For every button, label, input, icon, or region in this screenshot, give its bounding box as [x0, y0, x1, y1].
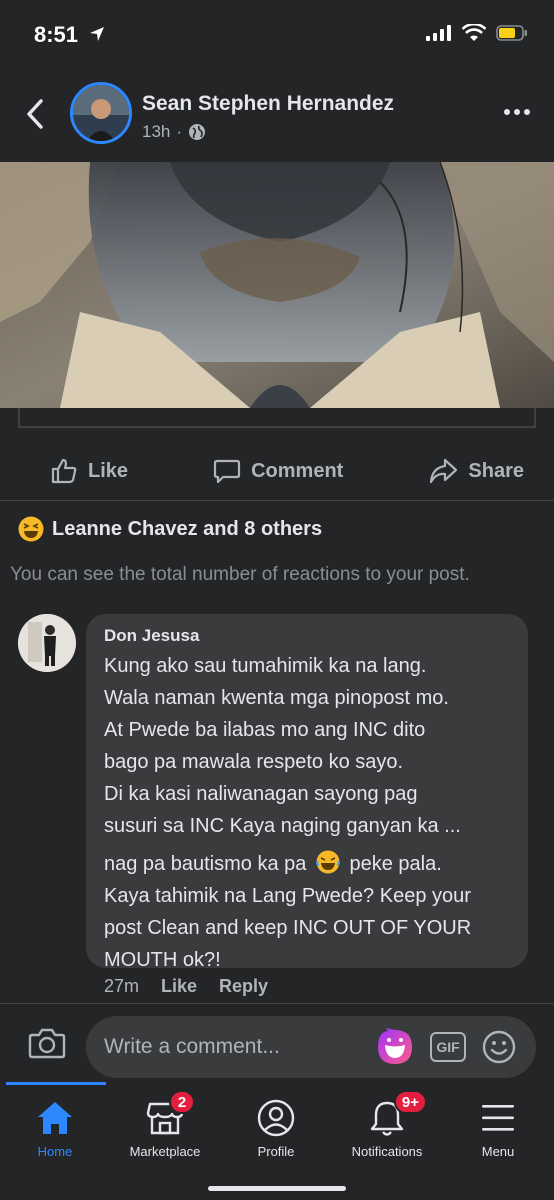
- camera-button[interactable]: [28, 1026, 66, 1060]
- tab-profile[interactable]: Profile: [221, 1098, 331, 1159]
- comment-meta: 27m Like Reply: [104, 976, 268, 997]
- comment-text: Kung ako sau tumahimik ka na lang. Wala …: [104, 650, 510, 976]
- post-meta: 13h ·: [142, 122, 206, 142]
- tab-marketplace[interactable]: 2 Marketplace: [110, 1090, 220, 1159]
- back-button[interactable]: [20, 94, 50, 134]
- commenter-avatar[interactable]: [18, 614, 76, 672]
- dot-icon: [524, 109, 530, 115]
- share-label: Share: [468, 459, 524, 482]
- camera-icon: [28, 1028, 66, 1059]
- signal-icon: [426, 25, 451, 41]
- laughing-tears-emoji-icon: [316, 850, 340, 874]
- author-avatar[interactable]: [70, 82, 132, 144]
- reactions-note: You can see the total number of reaction…: [10, 564, 470, 585]
- smiley-icon: [482, 1030, 516, 1064]
- comment-line-part: peke pala.: [349, 853, 442, 875]
- comment-line: Kung ako sau tumahimik ka na lang.: [104, 655, 427, 677]
- comment-line: post Clean and keep INC OUT OF YOUR: [104, 917, 472, 939]
- chevron-left-icon: [27, 99, 43, 129]
- comment-line: Kaya tahimik na Lang Pwede? Keep your: [104, 885, 471, 907]
- notifications-badge: 9+: [393, 1090, 427, 1114]
- profile-icon: [257, 1099, 295, 1137]
- meta-separator: ·: [176, 122, 183, 141]
- post-photo: [0, 162, 554, 408]
- comment-line: nag pa bautismo ka pa peke pala.: [104, 848, 510, 880]
- comment-line: At Pwede ba ilabas mo ang INC dito: [104, 719, 426, 741]
- avatar-image: [73, 85, 129, 141]
- wifi-icon: [462, 24, 486, 41]
- comment-composer: GIF: [0, 1003, 554, 1081]
- comment-line: Di ka kasi naliwanagan sayong pag: [104, 783, 418, 805]
- like-button[interactable]: Like: [50, 457, 128, 485]
- comment-label: Comment: [251, 459, 344, 482]
- share-button[interactable]: Share: [428, 457, 524, 485]
- home-indicator: [208, 1186, 346, 1191]
- tab-home-label: Home: [37, 1144, 73, 1159]
- marketplace-badge: 2: [169, 1090, 195, 1114]
- location-arrow-icon: [90, 27, 105, 41]
- tab-profile-label: Profile: [257, 1144, 295, 1159]
- avatar-sticker-icon: [378, 1028, 412, 1064]
- comment-input[interactable]: [86, 1016, 536, 1078]
- status-bar: 8:51: [0, 0, 554, 70]
- tab-notifications-label: Notifications: [351, 1144, 423, 1159]
- comment-bubble-icon: [213, 459, 241, 484]
- post-action-bar: Like Comment Share: [0, 440, 554, 502]
- comment-line-part: nag pa bautismo ka pa: [104, 853, 307, 875]
- comment-button[interactable]: Comment: [213, 457, 343, 485]
- status-time: 8:51: [34, 22, 106, 48]
- avatar-sticker-button[interactable]: [376, 1028, 414, 1066]
- dot-icon: [514, 109, 520, 115]
- reactions-summary[interactable]: Leanne Chavez and 8 others: [18, 516, 322, 542]
- comment-bubble[interactable]: Don Jesusa Kung ako sau tumahimik ka na …: [86, 614, 528, 971]
- more-options-button[interactable]: [502, 100, 532, 124]
- share-arrow-icon: [430, 458, 458, 484]
- post-image[interactable]: [0, 162, 554, 408]
- tab-home[interactable]: Home: [0, 1098, 110, 1159]
- reactions-text: Leanne Chavez and 8 others: [52, 517, 323, 540]
- gif-button[interactable]: GIF: [430, 1032, 466, 1062]
- post-time: 13h: [142, 122, 171, 141]
- comment-line: susuri sa INC Kaya naging ganyan ka ...: [104, 815, 461, 837]
- dot-icon: [504, 109, 510, 115]
- haha-reaction-icon: [18, 516, 44, 542]
- comment-line: MOUTH ok?!: [104, 949, 221, 971]
- tab-menu-label: Menu: [481, 1144, 515, 1159]
- comment-like-link[interactable]: Like: [161, 976, 197, 997]
- tab-marketplace-label: Marketplace: [129, 1144, 201, 1159]
- commenter-photo: [18, 614, 76, 672]
- comment-line: bago pa mawala respeto ko sayo.: [104, 751, 404, 773]
- post-header: Sean Stephen Hernandez 13h ·: [0, 70, 554, 162]
- home-icon: [38, 1102, 72, 1134]
- like-label: Like: [88, 459, 129, 482]
- media-strip: [0, 408, 554, 428]
- author-name[interactable]: Sean Stephen Hernandez: [142, 92, 394, 116]
- commenter-name[interactable]: Don Jesusa: [104, 626, 510, 646]
- globe-icon: [189, 124, 206, 140]
- tab-notifications[interactable]: 9+ Notifications: [332, 1090, 442, 1159]
- thumbs-up-icon: [51, 458, 77, 484]
- bottom-tab-bar: Home 2 Marketplace Profile 9+ Notificati…: [0, 1082, 554, 1200]
- battery-icon: [496, 25, 527, 41]
- tab-menu[interactable]: Menu: [443, 1098, 553, 1159]
- emoji-button[interactable]: [482, 1030, 516, 1064]
- active-tab-indicator: [6, 1082, 106, 1085]
- media-frame: [18, 408, 536, 428]
- comment-reply-link[interactable]: Reply: [219, 976, 268, 997]
- divider: [0, 500, 554, 501]
- clock: 8:51: [34, 22, 79, 47]
- hamburger-menu-icon: [482, 1105, 514, 1131]
- comment-time: 27m: [104, 976, 140, 996]
- comment-line: Wala naman kwenta mga pinopost mo.: [104, 687, 449, 709]
